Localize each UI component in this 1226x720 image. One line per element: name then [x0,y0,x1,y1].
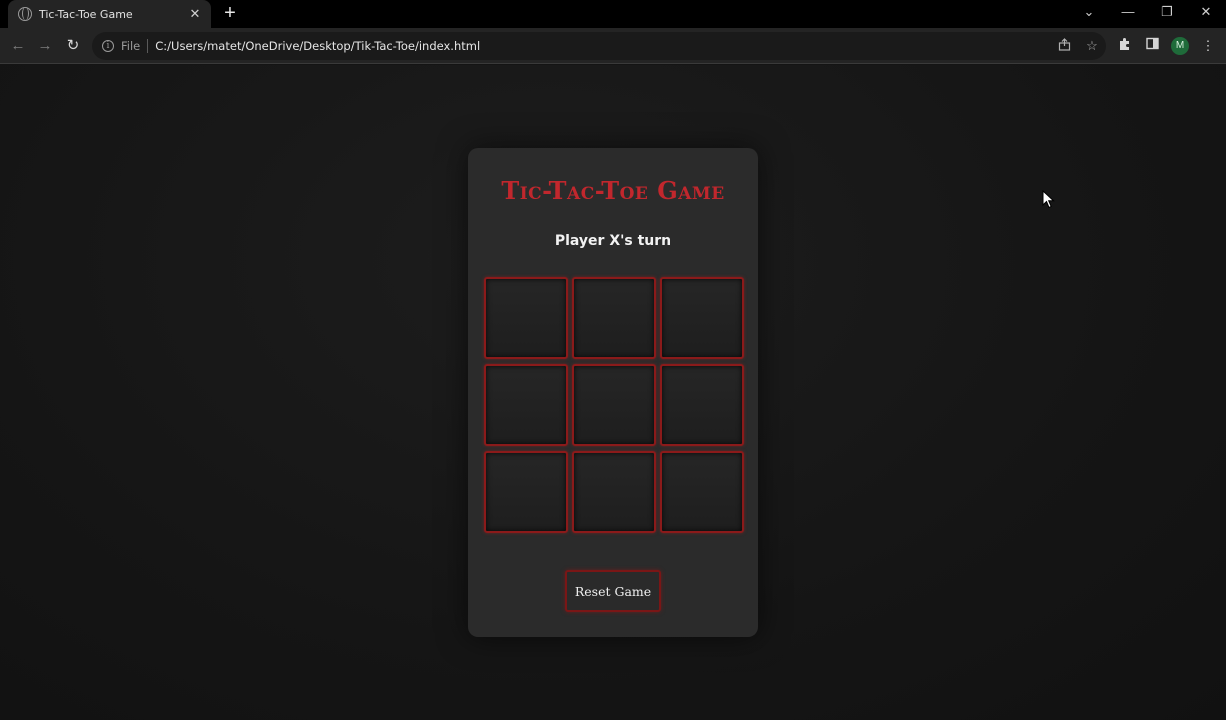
mouse-cursor-icon [1042,190,1055,209]
bookmark-star-icon[interactable]: ☆ [1078,38,1106,54]
forward-icon[interactable]: → [35,36,55,56]
restore-icon[interactable]: ❐ [1157,4,1177,20]
board-cell-2[interactable] [572,277,656,359]
new-tab-button[interactable]: + [221,3,239,23]
reset-game-button[interactable]: Reset Game [565,570,661,612]
address-bar[interactable]: i File C:/Users/matet/OneDrive/Desktop/T… [92,32,1106,60]
game-board [484,277,744,533]
board-cell-1[interactable] [484,277,568,359]
profile-avatar[interactable]: M [1171,37,1189,55]
board-cell-5[interactable] [572,364,656,446]
tab-title: Tic-Tac-Toe Game [39,7,133,21]
reload-icon[interactable]: ↻ [63,36,83,56]
back-icon[interactable]: ← [8,36,28,56]
turn-status: Player X's turn [554,233,672,249]
url-scheme-label: File [121,39,141,53]
board-cell-8[interactable] [572,451,656,533]
address-separator [147,39,149,53]
share-icon[interactable] [1050,38,1078,54]
browser-tab[interactable]: Tic-Tac-Toe Game ✕ [8,0,211,28]
url-text[interactable]: C:/Users/matet/OneDrive/Desktop/Tik-Tac-… [155,39,1050,53]
board-cell-7[interactable] [484,451,568,533]
browser-toolbar: ← → ↻ i File C:/Users/matet/OneDrive/Des… [0,28,1226,64]
close-window-icon[interactable]: ✕ [1196,4,1216,20]
browser-title-bar: Tic-Tac-Toe Game ✕ + ⌄ — ❐ ✕ [0,0,1226,28]
page-content: Tic-Tac-Toe Game Player X's turn Reset G… [0,65,1226,720]
board-cell-6[interactable] [660,364,744,446]
board-cell-9[interactable] [660,451,744,533]
info-icon[interactable]: i [102,40,114,52]
board-cell-4[interactable] [484,364,568,446]
tab-search-icon[interactable]: ⌄ [1079,4,1099,20]
tab-close-icon[interactable]: ✕ [185,6,205,22]
game-title: Tic-Tac-Toe Game [501,176,725,205]
globe-icon [18,7,32,21]
game-container: Tic-Tac-Toe Game Player X's turn Reset G… [468,148,758,637]
extensions-icon[interactable] [1116,37,1134,56]
minimize-icon[interactable]: — [1118,4,1138,19]
board-cell-3[interactable] [660,277,744,359]
side-panel-icon[interactable] [1143,37,1161,55]
menu-icon[interactable]: ⋮ [1199,37,1217,55]
